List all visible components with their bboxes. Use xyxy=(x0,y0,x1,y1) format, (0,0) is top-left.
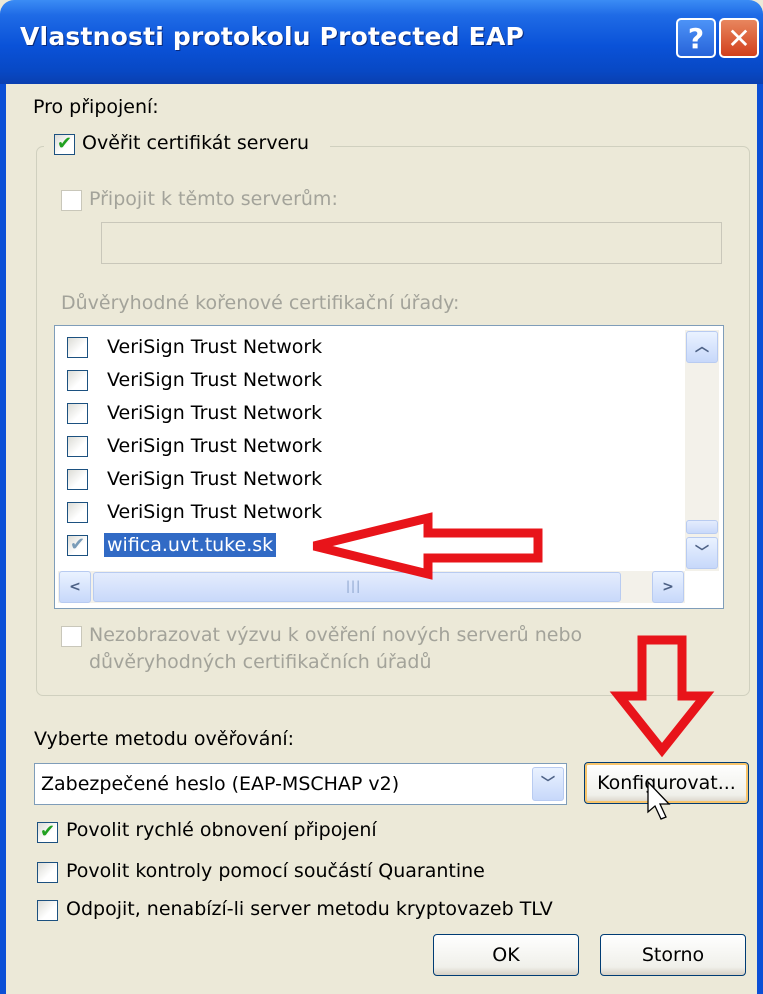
annotation-arrow-down-icon xyxy=(609,635,715,758)
annotation-arrow-left-icon xyxy=(312,512,543,580)
mouse-cursor-icon xyxy=(647,780,671,820)
annotation-overlay xyxy=(312,512,715,820)
